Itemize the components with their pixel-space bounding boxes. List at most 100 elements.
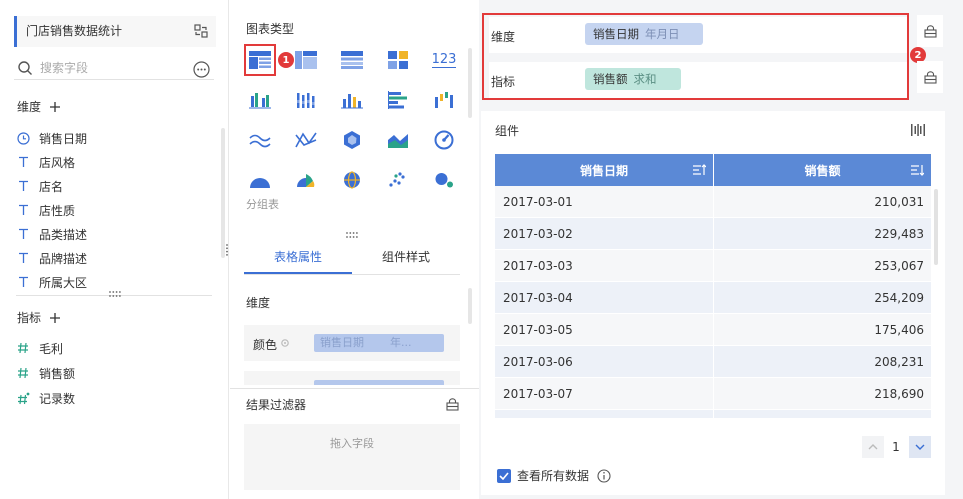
check-icon <box>499 471 509 480</box>
view-all-checkbox[interactable] <box>497 468 511 483</box>
table-row[interactable]: 2017-03-06 208,231 <box>495 346 931 378</box>
gear-icon[interactable] <box>280 338 290 348</box>
sort-icon[interactable] <box>911 164 924 176</box>
color-field-pill[interactable]: 销售日期 年... <box>314 334 444 352</box>
column-header-sale-date[interactable]: 销售日期 <box>495 154 713 186</box>
text-type-icon <box>16 155 30 169</box>
add-metric-icon[interactable] <box>49 312 61 324</box>
canvas-panel: 维度 销售日期 年月日 指标 销售额 求和 2 组件 销售日期 销售额 2017… <box>479 0 963 499</box>
shape-field-pill[interactable] <box>314 380 444 385</box>
more-options-icon[interactable] <box>193 61 210 78</box>
chart-type-gauge[interactable] <box>428 124 460 156</box>
dimension-shelf-lock[interactable] <box>917 15 943 47</box>
chart-type-group-table[interactable] <box>244 44 276 76</box>
chart-config-panel: 图表类型 1 123 分组表 表格属性 组件样式 维度 颜色 销售日期 年...… <box>230 0 479 499</box>
chart-type-name-label: 分组表 <box>246 198 279 211</box>
chart-type-pie[interactable] <box>244 164 276 196</box>
search-input[interactable] <box>40 58 190 78</box>
filter-drop-zone[interactable]: 拖入字段 <box>244 424 460 490</box>
field-label: 销售额 <box>39 366 76 381</box>
table-row[interactable]: 2017-03-07 218,690 <box>495 378 931 410</box>
chart-type-column[interactable] <box>336 84 368 116</box>
view-all-label: 查看所有数据 <box>517 469 590 483</box>
dimension-field-pill[interactable]: 销售日期 年月日 <box>585 23 703 45</box>
cell-amount: 218,690 <box>713 378 931 410</box>
search-icon <box>18 61 32 75</box>
chevron-down-icon <box>915 444 925 450</box>
table-row[interactable]: 2017-03-05 175,406 <box>495 314 931 346</box>
field-item-category-desc[interactable]: 品类描述 <box>16 223 87 245</box>
resize-grip-icon[interactable] <box>108 290 122 298</box>
tab-table-properties[interactable]: 表格属性 <box>244 241 352 274</box>
field-item-record-count[interactable]: 记录数 <box>16 387 75 409</box>
field-item-store-name[interactable]: 店名 <box>16 175 63 197</box>
property-scrollbar[interactable] <box>468 288 472 324</box>
result-filter-title: 结果过滤器 <box>246 398 307 412</box>
chart-type-horizontal-bar[interactable] <box>382 84 414 116</box>
table-row[interactable] <box>495 410 931 418</box>
chart-type-cross-table[interactable] <box>290 44 322 76</box>
metric-shelf-lock[interactable] <box>917 61 943 93</box>
table-row[interactable]: 2017-03-04 254,209 <box>495 282 931 314</box>
chart-type-map[interactable] <box>336 164 368 196</box>
field-item-gross-profit[interactable]: 毛利 <box>16 337 63 359</box>
metric-section-header: 指标 <box>17 309 61 326</box>
chart-type-detail-table[interactable] <box>336 44 368 76</box>
table-row[interactable]: 2017-03-03 253,067 <box>495 250 931 282</box>
chart-type-dashboard[interactable] <box>382 44 414 76</box>
switch-dataset-icon[interactable] <box>194 24 208 38</box>
chart-type-bubble[interactable] <box>428 164 460 196</box>
chart-type-scatter[interactable] <box>382 164 414 196</box>
lock-icon[interactable] <box>446 398 459 411</box>
field-label: 所属大区 <box>39 275 88 290</box>
component-title: 组件 <box>495 124 520 138</box>
chart-type-rose[interactable] <box>290 164 322 196</box>
chart-type-scrollbar[interactable] <box>468 48 472 118</box>
column-header-sales-amount[interactable]: 销售额 <box>713 154 931 186</box>
page-next-button[interactable] <box>909 436 931 458</box>
dimension-shelf-label: 维度 <box>491 30 516 44</box>
lock-icon <box>923 24 937 38</box>
field-panel: 门店销售数据统计 维度 销售日期 店风格 店名 店性质 <box>0 0 229 499</box>
shape-property-row-partial <box>244 371 460 385</box>
resize-grip-icon[interactable] <box>345 231 359 239</box>
chart-type-waterfall[interactable] <box>428 84 460 116</box>
color-field-name: 销售日期 <box>320 336 364 349</box>
field-label: 店名 <box>39 179 64 194</box>
view-all-data-toggle[interactable]: 查看所有数据 <box>497 467 611 484</box>
chart-type-line[interactable] <box>244 124 276 156</box>
table-row[interactable]: 2017-03-02 229,483 <box>495 218 931 250</box>
field-item-store-style[interactable]: 店风格 <box>16 151 75 173</box>
column-header-label: 销售额 <box>804 163 841 178</box>
search-box <box>14 58 214 80</box>
field-label: 毛利 <box>39 341 64 356</box>
page-prev-button[interactable] <box>862 436 884 458</box>
metric-shelf[interactable]: 指标 销售额 求和 <box>489 62 907 98</box>
field-item-sales-amount[interactable]: 销售额 <box>16 362 75 384</box>
field-item-region[interactable]: 所属大区 <box>16 271 87 293</box>
chart-type-kpi-number[interactable]: 123 <box>428 44 460 76</box>
info-icon[interactable] <box>597 468 611 483</box>
cell-date: 2017-03-05 <box>503 323 573 337</box>
cell-date: 2017-03-07 <box>503 387 573 401</box>
chart-settings-icon[interactable] <box>911 124 925 136</box>
add-dimension-icon[interactable] <box>49 101 61 113</box>
sort-icon[interactable] <box>693 164 706 176</box>
field-item-sale-date[interactable]: 销售日期 <box>16 127 87 149</box>
chart-type-cross-line[interactable] <box>290 124 322 156</box>
dimension-shelf[interactable]: 维度 销售日期 年月日 <box>489 17 907 53</box>
dimension-list-scrollbar[interactable] <box>221 128 225 258</box>
tab-component-style[interactable]: 组件样式 <box>352 241 460 274</box>
table-scrollbar[interactable] <box>934 189 938 265</box>
chart-type-stacked-bar[interactable] <box>290 84 322 116</box>
chart-type-grouped-bar[interactable] <box>244 84 276 116</box>
table-row[interactable]: 2017-03-01 210,031 <box>495 186 931 218</box>
clock-icon <box>16 131 30 145</box>
chart-type-area[interactable] <box>382 124 414 156</box>
chart-type-radar[interactable] <box>336 124 368 156</box>
field-item-brand-desc[interactable]: 品牌描述 <box>16 247 87 269</box>
field-item-store-type[interactable]: 店性质 <box>16 199 75 221</box>
metric-field-pill[interactable]: 销售额 求和 <box>585 68 681 90</box>
cell-date: 2017-03-03 <box>503 259 573 273</box>
dataset-title[interactable]: 门店销售数据统计 <box>14 16 216 47</box>
